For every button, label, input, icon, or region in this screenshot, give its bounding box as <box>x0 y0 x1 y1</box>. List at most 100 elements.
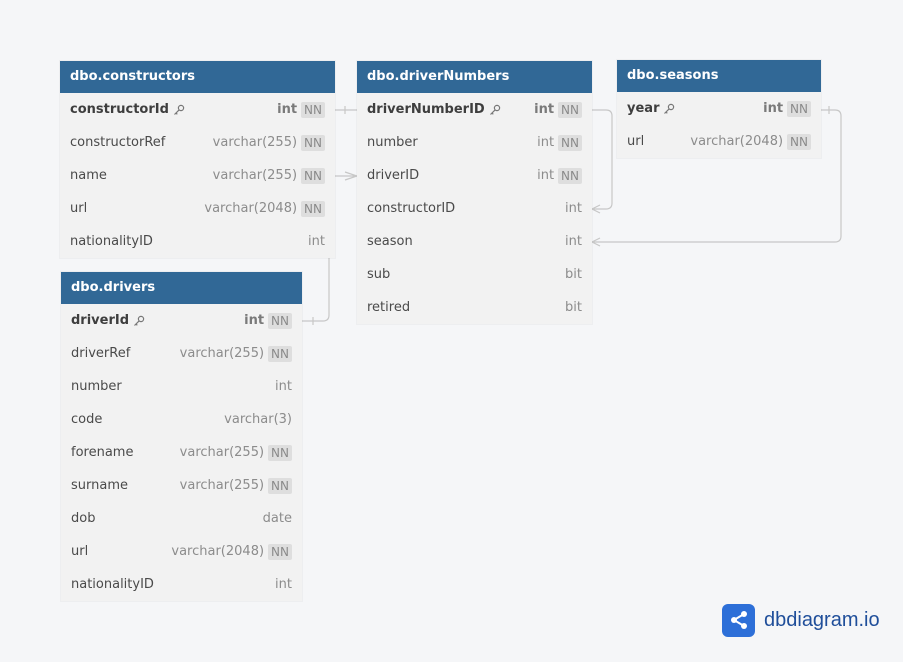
field-type: varchar(255) <box>212 135 298 150</box>
not-null-badge: NN <box>301 134 325 151</box>
not-null-badge: NN <box>268 477 292 494</box>
field-name: surname <box>71 478 128 493</box>
field-row-nationalityID[interactable]: nationalityID int <box>61 568 302 601</box>
not-null-badge: NN <box>301 101 325 118</box>
field-name-cell: retired <box>367 300 410 315</box>
field-type-cell: int NN <box>537 134 582 151</box>
not-null-badge: NN <box>268 312 292 329</box>
relationship-driverNumbers-number-link[interactable] <box>590 109 613 214</box>
field-type-cell: int NN <box>277 101 325 118</box>
not-null-badge: NN <box>268 543 292 560</box>
field-name: url <box>70 201 88 216</box>
field-row-name[interactable]: name varchar(255) NN <box>60 159 335 192</box>
field-name: sub <box>367 267 391 282</box>
key-icon <box>133 315 145 327</box>
not-null-badge: NN <box>787 100 811 117</box>
table-header[interactable]: dbo.driverNumbers <box>357 61 592 93</box>
field-row-number[interactable]: number int <box>61 370 302 403</box>
diagram-canvas[interactable]: dbo.constructors constructorId int NN const… <box>0 0 903 662</box>
field-row-nationalityID[interactable]: nationalityID int <box>60 225 335 258</box>
field-row-constructorRef[interactable]: constructorRef varchar(255) NN <box>60 126 335 159</box>
field-name-cell: constructorID <box>367 201 455 216</box>
field-name-cell: driverId <box>71 313 145 328</box>
field-type: int <box>275 577 292 592</box>
field-type: int <box>534 102 555 117</box>
table-fields: year int NN url varchar(2048) NN <box>617 92 821 158</box>
field-type-cell: varchar(255) NN <box>180 345 292 362</box>
field-type: int <box>537 168 555 183</box>
field-row-sub[interactable]: sub bit <box>357 258 592 291</box>
table-seasons[interactable]: dbo.seasons year int NN url varchar(2048) NN <box>617 60 821 158</box>
field-type: bit <box>565 300 582 315</box>
field-type: int <box>308 234 325 249</box>
field-name: url <box>627 134 645 149</box>
field-name-cell: constructorId <box>70 102 185 117</box>
table-header[interactable]: dbo.drivers <box>61 272 302 304</box>
field-row-constructorID[interactable]: constructorID int <box>357 192 592 225</box>
field-name-cell: year <box>627 101 675 116</box>
field-row-number[interactable]: number int NN <box>357 126 592 159</box>
field-type: varchar(3) <box>224 412 292 427</box>
field-row-driverID[interactable]: driverID int NN <box>357 159 592 192</box>
table-constructors[interactable]: dbo.constructors constructorId int NN const… <box>60 61 335 258</box>
field-name-cell: nationalityID <box>70 234 153 249</box>
field-type-cell: varchar(2048) NN <box>204 200 325 217</box>
field-type-cell: date <box>263 511 292 526</box>
field-type-cell: int NN <box>537 167 582 184</box>
not-null-badge: NN <box>787 133 811 150</box>
table-fields: constructorId int NN constructorRef varchar(… <box>60 93 335 258</box>
field-row-driverNumberID[interactable]: driverNumberID int NN <box>357 93 592 126</box>
field-type: varchar(255) <box>212 168 298 183</box>
field-row-forename[interactable]: forename varchar(255) NN <box>61 436 302 469</box>
field-type-cell: varchar(3) <box>224 412 292 427</box>
field-row-constructorId[interactable]: constructorId int NN <box>60 93 335 126</box>
field-type-cell: int <box>275 379 292 394</box>
field-type-cell: int <box>275 577 292 592</box>
field-row-surname[interactable]: surname varchar(255) NN <box>61 469 302 502</box>
field-type: varchar(2048) <box>171 544 265 559</box>
field-type: int <box>277 102 298 117</box>
field-type: int <box>565 201 582 216</box>
field-name: season <box>367 234 413 249</box>
field-row-url[interactable]: url varchar(2048) NN <box>60 192 335 225</box>
field-name: number <box>367 135 418 150</box>
not-null-badge: NN <box>301 200 325 217</box>
table-header[interactable]: dbo.constructors <box>60 61 335 93</box>
brand-name: dbdiagram.io <box>764 608 880 631</box>
field-type: varchar(2048) <box>690 134 784 149</box>
field-name-cell: surname <box>71 478 128 493</box>
field-name: constructorRef <box>70 135 166 150</box>
relationship-drivers-driverNumbers[interactable] <box>302 258 330 325</box>
field-row-season[interactable]: season int <box>357 225 592 258</box>
field-type-cell: int NN <box>244 312 292 329</box>
field-name-cell: number <box>71 379 122 394</box>
field-row-driverRef[interactable]: driverRef varchar(255) NN <box>61 337 302 370</box>
field-row-url[interactable]: url varchar(2048) NN <box>61 535 302 568</box>
field-row-dob[interactable]: dob date <box>61 502 302 535</box>
key-icon <box>173 104 185 116</box>
not-null-badge: NN <box>558 101 582 118</box>
field-row-code[interactable]: code varchar(3) <box>61 403 302 436</box>
field-name-cell: nationalityID <box>71 577 154 592</box>
key-icon <box>489 104 501 116</box>
field-row-driverId[interactable]: driverId int NN <box>61 304 302 337</box>
field-row-retired[interactable]: retired bit <box>357 291 592 324</box>
field-name: dob <box>71 511 96 526</box>
field-type: int <box>763 101 784 116</box>
not-null-badge: NN <box>558 167 582 184</box>
field-name-cell: dob <box>71 511 95 526</box>
field-name-cell: code <box>71 412 102 427</box>
relationship-constructors-driverNumbers[interactable] <box>335 106 357 114</box>
field-name: name <box>70 168 107 183</box>
table-drivers[interactable]: dbo.drivers driverId int NN driverRef varcha… <box>61 272 302 601</box>
brand-logo-link[interactable]: dbdiagram.io <box>722 603 880 637</box>
field-type-cell: int <box>308 234 325 249</box>
field-name: nationalityID <box>70 234 153 249</box>
field-name-cell: url <box>627 134 644 149</box>
field-name: driverNumberID <box>367 102 485 117</box>
field-row-url[interactable]: url varchar(2048) NN <box>617 125 821 158</box>
field-row-year[interactable]: year int NN <box>617 92 821 125</box>
table-driverNumbers[interactable]: dbo.driverNumbers driverNumberID int NN num… <box>357 61 592 324</box>
relationship-drivers-driverNumbers-upper[interactable] <box>335 171 359 181</box>
table-header[interactable]: dbo.seasons <box>617 60 821 92</box>
